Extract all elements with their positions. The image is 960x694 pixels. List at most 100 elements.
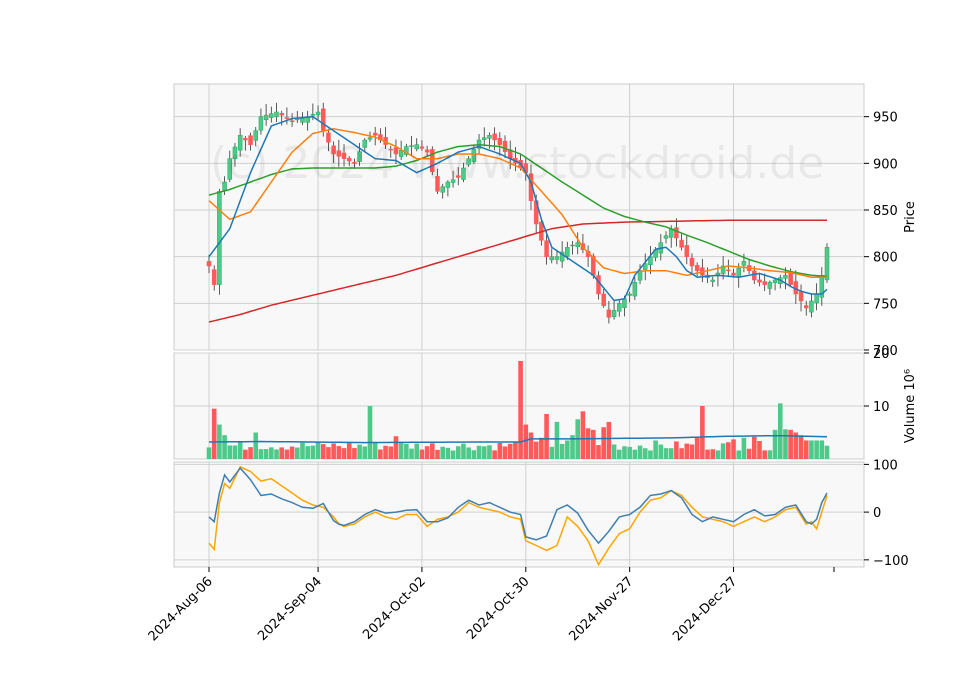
volume-bar [419, 449, 425, 459]
candle-body [346, 157, 352, 162]
candle-body [783, 275, 788, 279]
volume-bar [772, 429, 778, 459]
volume-bar [736, 450, 742, 459]
volume-bar [757, 440, 762, 459]
volume-bar [601, 427, 606, 459]
volume-bar [767, 450, 773, 459]
volume-bar [658, 444, 664, 459]
candle-body [471, 149, 477, 162]
candle-body [689, 257, 695, 267]
candle-body [752, 270, 757, 281]
volume-bar [398, 443, 404, 459]
candle-body [435, 176, 440, 192]
oscillator-panel: −100 0 100 [173, 458, 909, 569]
volume-bar [492, 450, 497, 459]
volume-bar [326, 447, 331, 459]
volume-bar [622, 446, 627, 459]
volume-bar [544, 413, 549, 459]
candle-body [237, 135, 243, 151]
volume-bar [720, 443, 726, 459]
volume-bar [783, 429, 788, 459]
volume-bar [372, 442, 378, 459]
volume-bar [461, 443, 466, 459]
volume-bar [507, 443, 513, 459]
volume-bar [694, 437, 700, 459]
x-tick-label: 2024-Oct-02 [360, 574, 428, 642]
candle-body [336, 150, 342, 157]
volume-bar [726, 442, 731, 459]
candle-body [565, 247, 570, 257]
price-ytick-label: 750 [873, 297, 898, 312]
price-ytick-label: 950 [873, 111, 898, 126]
volume-bar [523, 424, 529, 459]
price-ylabel: Price [903, 201, 918, 233]
candle-body [326, 132, 331, 143]
volume-bar [331, 443, 336, 459]
volume-bar [289, 446, 295, 459]
candle-body [824, 247, 830, 281]
volume-bar [455, 446, 461, 459]
candle-body [445, 181, 451, 188]
candle-body [788, 271, 793, 285]
volume-panel: 10 20 Volume 10⁶ [173, 347, 918, 460]
volume-bar [471, 450, 477, 459]
volume-ytick-label: 10 [873, 400, 890, 415]
candle-body [263, 114, 269, 120]
candle-body [492, 133, 497, 141]
candle-body [814, 293, 819, 304]
volume-bar [513, 442, 518, 459]
candle-body [232, 146, 238, 159]
volume-bar [388, 446, 394, 459]
volume-bar [284, 449, 290, 459]
volume-bar [627, 446, 632, 459]
volume-bar [320, 444, 326, 459]
volume-bar [315, 442, 321, 459]
candle-body [419, 146, 425, 149]
candle-body [430, 149, 435, 172]
price-ytick-label: 900 [873, 157, 898, 172]
candle-body [601, 293, 606, 306]
volume-bar [616, 449, 622, 459]
volume-bar [585, 428, 591, 459]
volume-bar [731, 439, 736, 459]
volume-bar [206, 447, 212, 459]
candle-body [367, 137, 373, 140]
candle-body [248, 135, 253, 145]
candle-body [466, 158, 471, 165]
candle-body [554, 256, 560, 260]
volume-bar [310, 445, 316, 459]
price-ytick-label: 850 [873, 204, 898, 219]
candle-body [269, 113, 274, 118]
candle-body [217, 191, 222, 285]
volume-bar [305, 446, 310, 459]
candle-body [310, 114, 316, 116]
volume-bar [751, 436, 757, 459]
volume-bar [554, 421, 560, 459]
volume-bar [336, 446, 342, 459]
stock-chart: (c) 2024 www.stockdroid.de 7007508008509… [0, 0, 960, 690]
volume-bar [466, 447, 471, 459]
volume-bar [788, 429, 793, 459]
volume-bar [409, 448, 414, 459]
volume-bar [237, 441, 243, 459]
volume-bar [211, 408, 217, 459]
candle-body [741, 261, 747, 266]
volume-bar [362, 446, 368, 459]
candle-body [357, 151, 362, 162]
candle-body [393, 147, 399, 155]
volume-bar [689, 444, 695, 459]
candle-body [414, 144, 419, 150]
candle-body [388, 148, 394, 151]
candle-body [726, 269, 731, 272]
volume-bar [684, 443, 690, 459]
candle-body [611, 310, 617, 318]
candle-body [253, 130, 258, 141]
volume-bar [424, 446, 430, 459]
volume-bar [487, 445, 492, 459]
volume-bar [243, 449, 248, 459]
volume-bar [274, 449, 279, 459]
volume-bar [258, 449, 264, 459]
volume-bar [611, 444, 617, 459]
candle-body [663, 235, 669, 239]
x-tick-label: 2024-Oct-30 [464, 574, 532, 642]
